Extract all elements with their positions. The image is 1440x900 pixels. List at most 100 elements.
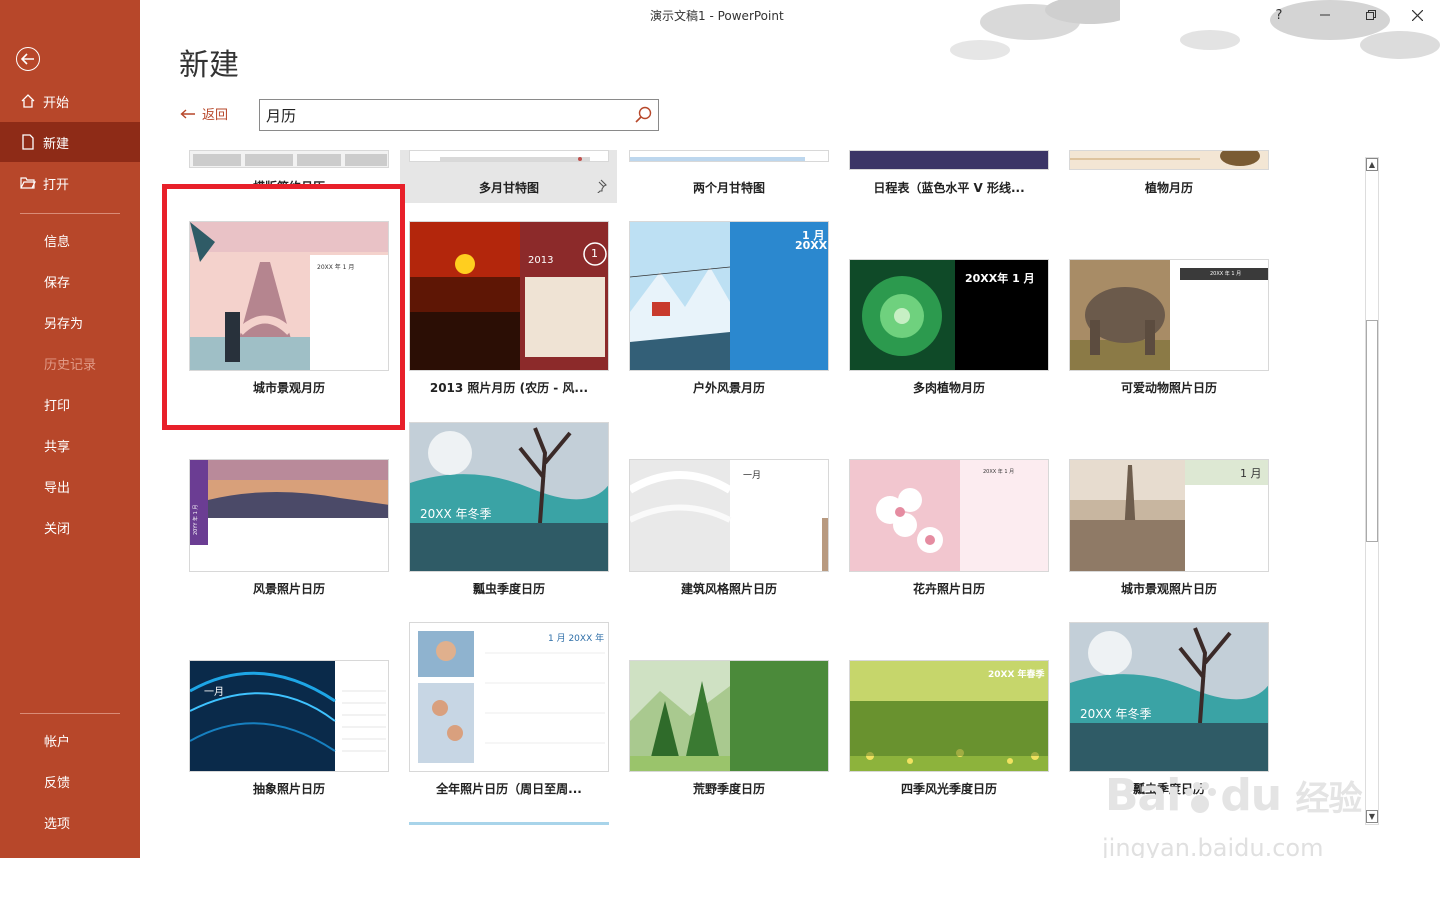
back-arrow-icon[interactable] <box>16 47 40 71</box>
template-caption: 花卉照片日历 <box>912 582 985 596</box>
template-thumbnail: 1 月 <box>1069 459 1269 572</box>
sidebar-item-label: 反馈 <box>44 775 71 791</box>
sidebar-item-label: 选项 <box>44 816 71 832</box>
thumb-month-label: 20XX 年 1 月 <box>983 469 1015 475</box>
template-caption: 全年照片日历（周日至周... <box>436 782 582 796</box>
template-tile[interactable]: 多月甘特图 <box>400 150 617 203</box>
template-thumbnail: 1 月 20XX 年 <box>409 622 609 772</box>
sidebar-item-save-as[interactable]: 另存为 <box>0 302 140 342</box>
sidebar-item-share[interactable]: 共享 <box>0 425 140 465</box>
sidebar-item-label: 关闭 <box>44 521 71 537</box>
template-thumbnail <box>629 660 829 772</box>
sidebar-item-info[interactable]: 信息 <box>0 220 140 260</box>
window-controls: ? <box>1256 0 1440 30</box>
search-input[interactable] <box>260 100 620 130</box>
thumb-month-label: 一月 <box>743 471 762 481</box>
thumb-month-label: 1 月 20XX 年 <box>548 634 605 644</box>
loading-bar <box>409 822 609 825</box>
template-caption: 2013 照片月历 (农历 - 风... <box>429 381 589 395</box>
thumb-side-label: 20YY 年 1 月 <box>193 504 199 535</box>
sidebar-item-label: 打开 <box>43 177 70 193</box>
sidebar-item-account[interactable]: 帐户 <box>0 720 140 760</box>
sidebar-item-label: 开始 <box>43 95 70 111</box>
sidebar-item-save[interactable]: 保存 <box>0 261 140 301</box>
sidebar-divider <box>20 213 120 214</box>
sidebar-item-export[interactable]: 导出 <box>0 466 140 506</box>
search-icon[interactable] <box>634 106 652 124</box>
sidebar-item-label: 共享 <box>44 439 71 455</box>
template-caption: 抽象照片日历 <box>252 782 325 796</box>
paw-icon <box>1185 782 1217 813</box>
template-caption: 城市景观照片日历 <box>1120 582 1217 596</box>
template-thumbnail: 20XX 年 1 月 <box>1069 259 1269 371</box>
window-title: 演示文稿1 - PowerPoint <box>650 9 784 23</box>
template-thumbnail: 20XX 年 1 月 <box>849 459 1049 572</box>
baidu-watermark: Bai du 经验 <box>1105 770 1362 821</box>
template-thumbnail: 2013 1 <box>409 221 609 371</box>
thumb-banner: 20XX 年春季 <box>988 670 1045 680</box>
back-label: 返回 <box>202 108 229 123</box>
restore-icon[interactable] <box>1348 0 1394 30</box>
watermark-jingyan: 经验 <box>1295 779 1362 819</box>
help-button[interactable]: ? <box>1256 0 1302 30</box>
sidebar-item-history: 历史记录 <box>0 343 140 383</box>
bottom-strip <box>0 858 1440 900</box>
thumb-month-label: 20XX 年 1 月 <box>1210 271 1242 277</box>
scroll-down-icon[interactable]: ▼ <box>1366 810 1378 823</box>
sidebar-item-label: 新建 <box>43 136 70 152</box>
template-caption: 多肉植物月历 <box>912 381 985 395</box>
new-document-icon <box>22 134 34 150</box>
template-caption: 多月甘特图 <box>478 181 539 195</box>
page-title: 新建 <box>179 48 239 83</box>
thumb-year-label: 20XX <box>795 239 828 252</box>
minimize-icon[interactable] <box>1302 0 1348 30</box>
selection-highlight-box <box>162 184 405 430</box>
thumb-month-label: 20XX年 1 月 <box>965 272 1035 285</box>
template-search[interactable] <box>259 99 659 131</box>
close-icon[interactable] <box>1394 0 1440 30</box>
sidebar-item-home[interactable]: 开始 <box>0 81 140 121</box>
arrow-left-icon <box>180 108 195 119</box>
sidebar-item-label: 打印 <box>44 398 71 414</box>
sidebar-item-label: 信息 <box>44 234 71 250</box>
sidebar-item-options[interactable]: 选项 <box>0 802 140 842</box>
template-caption: 可爱动物照片日历 <box>1120 381 1217 395</box>
template-caption: 风景照片日历 <box>252 582 325 596</box>
scrollbar-thumb[interactable] <box>1366 320 1378 542</box>
template-thumbnail: 20XX 年冬季 <box>409 422 609 572</box>
sidebar-item-new[interactable]: 新建 <box>0 122 140 162</box>
sidebar-item-open[interactable]: 打开 <box>0 163 140 203</box>
scroll-up-icon[interactable]: ▲ <box>1366 158 1378 171</box>
template-caption: 植物月历 <box>1144 181 1193 195</box>
pin-icon[interactable] <box>593 179 607 193</box>
template-thumbnail: 20XX 年春季 <box>849 660 1049 772</box>
sidebar-item-print[interactable]: 打印 <box>0 384 140 424</box>
thumb-banner: 20XX 年冬季 <box>420 507 492 521</box>
sidebar-divider <box>20 713 120 714</box>
template-thumbnail <box>849 150 1049 170</box>
template-caption: 四季风光季度日历 <box>900 782 997 796</box>
template-thumbnail <box>409 150 609 162</box>
sidebar-item-label: 保存 <box>44 275 71 291</box>
template-thumbnail: 一月 <box>189 660 389 772</box>
sidebar-item-feedback[interactable]: 反馈 <box>0 761 140 801</box>
account-area[interactable] <box>1120 0 1248 30</box>
back-link[interactable]: 返回 <box>180 104 228 123</box>
template-thumbnail: 20YY 年 1 月 <box>189 459 389 572</box>
backstage-sidebar: 开始 新建 打开 信息 保存 另存为 历史记录 打印 共享 导出 关闭 帐户 反… <box>0 0 140 858</box>
sidebar-item-close[interactable]: 关闭 <box>0 507 140 547</box>
sidebar-item-label: 另存为 <box>44 316 84 332</box>
template-caption: 建筑风格照片日历 <box>680 582 777 596</box>
thumb-day-label: 1 <box>591 247 598 260</box>
template-caption: 日程表（蓝色水平 V 形线... <box>873 181 1025 195</box>
template-thumbnail <box>629 150 829 162</box>
template-thumbnail: 20XX 年冬季 <box>1069 622 1269 772</box>
sidebar-item-label: 帐户 <box>44 734 71 750</box>
template-thumbnail: 1 月 20XX <box>629 221 829 371</box>
template-thumbnail: 一月 <box>629 459 829 572</box>
template-caption: 瓢虫季度日历 <box>472 582 545 596</box>
template-caption: 两个月甘特图 <box>692 181 765 195</box>
folder-open-icon <box>20 177 36 189</box>
watermark-brand: Bai <box>1105 770 1181 821</box>
backstage-main: 演示文稿1 - PowerPoint ? 新建 返回 横版简约月历 <box>140 0 1440 862</box>
